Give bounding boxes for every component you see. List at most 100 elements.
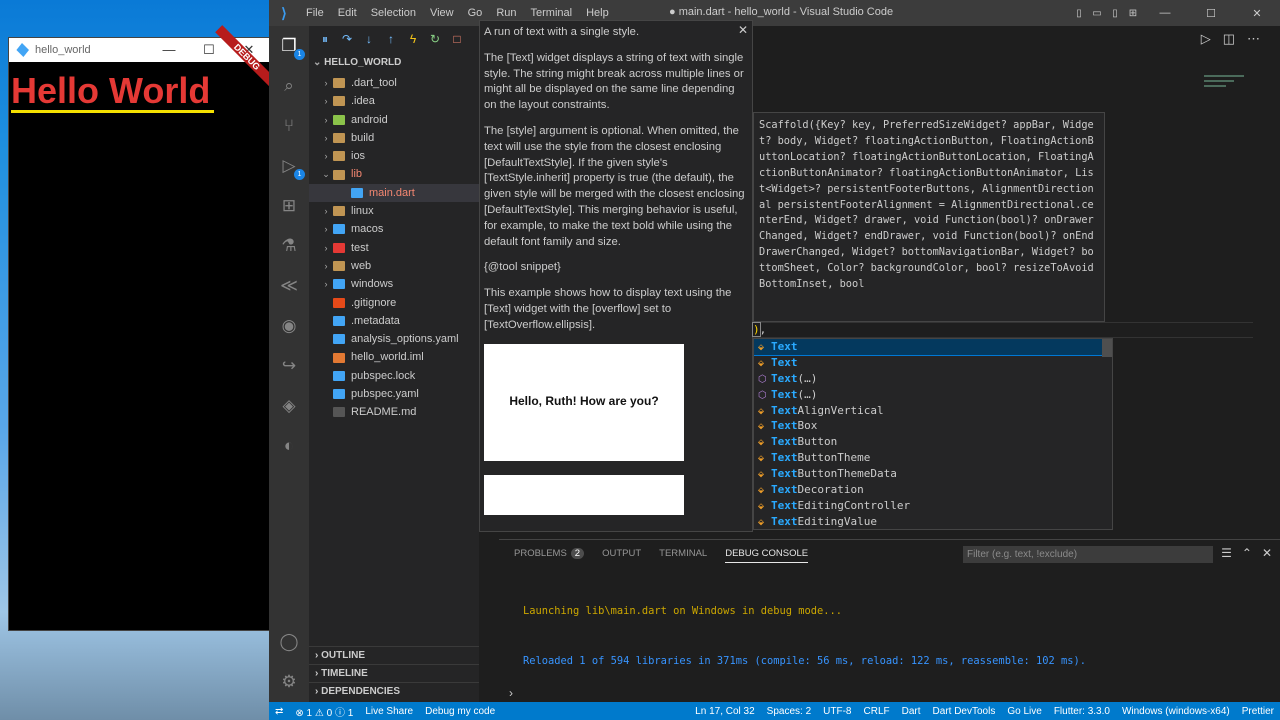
file-tree-item[interactable]: .metadata — [309, 312, 479, 330]
file-tree-item[interactable]: › web — [309, 257, 479, 275]
file-tree-item[interactable]: main.dart — [309, 183, 479, 203]
hot-reload-icon[interactable]: ϟ — [405, 32, 421, 46]
file-tree-item[interactable]: › build — [309, 129, 479, 147]
go-live[interactable]: Go Live — [1001, 706, 1047, 717]
file-tree-item[interactable]: analysis_options.yaml — [309, 330, 479, 348]
indentation[interactable]: Spaces: 2 — [761, 706, 817, 717]
file-tree-item[interactable]: › macos — [309, 220, 479, 238]
suggestion-item[interactable]: ⬙ TextAlignVertical — [754, 403, 1112, 419]
pause-icon[interactable]: ⏸ — [317, 32, 333, 47]
testing-icon[interactable]: ⚗ — [277, 234, 301, 258]
live-share-status[interactable]: Live Share — [359, 706, 419, 717]
file-tree-item[interactable]: › android — [309, 111, 479, 129]
run-debug-icon[interactable]: ▷ 1 — [277, 154, 305, 180]
file-tree-item[interactable]: › windows — [309, 275, 479, 293]
live-share-icon[interactable]: ↪ — [277, 354, 301, 378]
menu-file[interactable]: File — [299, 7, 331, 19]
minimize-button[interactable]: — — [149, 42, 189, 58]
maximize-button[interactable]: ☐ — [189, 42, 229, 58]
tab-debug-console[interactable]: DEBUG CONSOLE — [725, 548, 809, 563]
file-tree-item[interactable]: ⌄ lib — [309, 165, 479, 183]
file-tree-item[interactable]: › linux — [309, 202, 479, 220]
timeline-section[interactable]: › TIMELINE — [309, 664, 479, 682]
suggestion-item[interactable]: ⬙ TextButtonThemeData — [754, 466, 1112, 482]
line-endings[interactable]: CRLF — [858, 706, 896, 717]
minimize-button[interactable]: — — [1142, 7, 1188, 19]
step-over-icon[interactable]: ↷ — [339, 32, 355, 46]
edge-icon[interactable]: ◐ — [277, 434, 301, 458]
tab-output[interactable]: OUTPUT — [602, 548, 641, 563]
file-tree-item[interactable]: pubspec.yaml — [309, 385, 479, 403]
problems-status[interactable]: ⊗ 1 ⚠ 0 ⓘ 1 — [289, 704, 359, 719]
workspace-root[interactable]: ⌄ HELLO_WORLD — [309, 52, 479, 74]
encoding[interactable]: UTF-8 — [817, 706, 857, 717]
menu-selection[interactable]: Selection — [364, 7, 423, 19]
more-actions-icon[interactable]: ⋯ — [1247, 31, 1260, 47]
prettier-status[interactable]: Prettier — [1236, 706, 1280, 717]
menu-edit[interactable]: Edit — [331, 7, 364, 19]
dependencies-section[interactable]: › DEPENDENCIES — [309, 682, 479, 700]
stop-icon[interactable]: □ — [449, 32, 465, 46]
maximize-button[interactable]: ☐ — [1188, 7, 1234, 20]
step-into-icon[interactable]: ↓ — [361, 32, 377, 46]
console-prompt[interactable]: › — [509, 686, 513, 700]
toggle-secondary-sidebar-icon[interactable]: ▯ — [1106, 8, 1124, 19]
suggestion-item[interactable]: ⬙ Text — [754, 339, 1112, 356]
minimap[interactable] — [1204, 72, 1244, 102]
step-out-icon[interactable]: ↑ — [383, 32, 399, 46]
close-icon[interactable]: ✕ — [738, 23, 748, 39]
toggle-sidebar-icon[interactable]: ▯ — [1070, 8, 1088, 19]
menu-help[interactable]: Help — [579, 7, 616, 19]
search-icon[interactable]: ⌕ — [277, 74, 301, 98]
suggestion-item[interactable]: ⬙ TextButton — [754, 434, 1112, 450]
dart-devtools[interactable]: Dart DevTools — [927, 706, 1002, 717]
suggestion-item[interactable]: ⬙ TextButtonTheme — [754, 450, 1112, 466]
file-tree-item[interactable]: hello_world.iml — [309, 348, 479, 366]
console-filter-input[interactable]: Filter (e.g. text, !exclude) — [963, 546, 1213, 563]
maximize-panel-icon[interactable]: ⌃ — [1242, 546, 1252, 560]
file-tree-item[interactable]: › ios — [309, 147, 479, 165]
suggestion-item[interactable]: ⬡ Text(…) — [754, 387, 1112, 403]
customize-layout-icon[interactable]: ⊞ — [1124, 8, 1142, 19]
file-tree-item[interactable]: pubspec.lock — [309, 367, 479, 385]
suggestion-item[interactable]: ⬡ Text(…) — [754, 371, 1112, 387]
menu-run[interactable]: Run — [489, 7, 523, 19]
close-button[interactable]: ✕ — [1234, 7, 1280, 20]
flutter-version[interactable]: Flutter: 3.3.0 — [1048, 706, 1116, 717]
run-icon[interactable]: ▷ — [1201, 31, 1211, 47]
menu-go[interactable]: Go — [461, 7, 490, 19]
github-icon[interactable]: ◉ — [277, 314, 301, 338]
suggestion-item[interactable]: ⬙ TextEditingController — [754, 498, 1112, 514]
docker-icon[interactable]: ◈ — [277, 394, 301, 418]
file-tree-item[interactable]: › .idea — [309, 92, 479, 110]
account-icon[interactable]: ◯ — [277, 630, 301, 654]
remote-icon[interactable]: ⇄ — [269, 706, 289, 717]
suggestion-scrollbar[interactable] — [1102, 339, 1112, 357]
suggestion-item[interactable]: ⬙ TextDecoration — [754, 482, 1112, 498]
debug-config-status[interactable]: Debug my code — [419, 706, 501, 717]
outline-section[interactable]: › OUTLINE — [309, 646, 479, 664]
language-mode[interactable]: Dart — [896, 706, 927, 717]
file-tree-item[interactable]: .gitignore — [309, 294, 479, 312]
suggestion-item[interactable]: ⬙ TextEditingValue — [754, 514, 1112, 529]
settings-gear-icon[interactable]: ⚙ — [277, 670, 301, 694]
split-editor-icon[interactable]: ◫ — [1223, 31, 1235, 47]
explorer-icon[interactable]: ❐ 1 — [277, 34, 305, 60]
menu-terminal[interactable]: Terminal — [524, 7, 580, 19]
toggle-panel-icon[interactable]: ▭ — [1088, 8, 1106, 19]
flutter-icon[interactable]: ≪ — [277, 274, 301, 298]
file-tree-item[interactable]: › test — [309, 239, 479, 257]
tab-terminal[interactable]: TERMINAL — [659, 548, 707, 563]
suggestion-item[interactable]: ⬙ Text — [754, 355, 1112, 371]
file-tree-item[interactable]: README.md — [309, 403, 479, 421]
code-line[interactable]: ), — [752, 322, 1253, 338]
source-control-icon[interactable]: ⑂ — [277, 114, 301, 138]
cursor-position[interactable]: Ln 17, Col 32 — [689, 706, 761, 717]
clear-console-icon[interactable]: ☰ — [1221, 546, 1232, 560]
extensions-icon[interactable]: ⊞ — [277, 194, 301, 218]
tab-problems[interactable]: PROBLEMS 2 — [514, 548, 585, 563]
restart-icon[interactable]: ↻ — [427, 32, 443, 46]
close-panel-icon[interactable]: ✕ — [1262, 546, 1272, 560]
file-tree-item[interactable]: › .dart_tool — [309, 74, 479, 92]
menu-view[interactable]: View — [423, 7, 461, 19]
